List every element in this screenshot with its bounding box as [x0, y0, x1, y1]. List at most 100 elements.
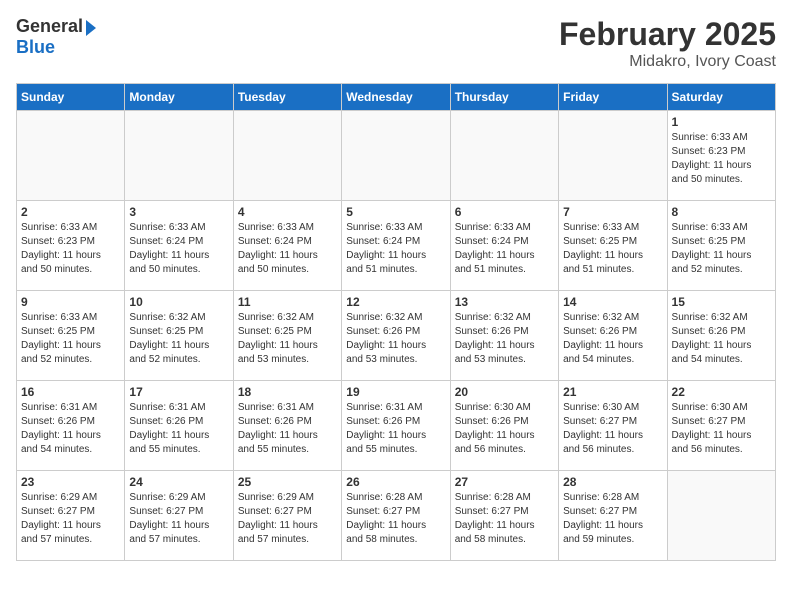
- calendar-cell: 22Sunrise: 6:30 AM Sunset: 6:27 PM Dayli…: [667, 381, 775, 471]
- day-info: Sunrise: 6:32 AM Sunset: 6:26 PM Dayligh…: [672, 311, 771, 367]
- calendar-header-friday: Friday: [559, 84, 667, 111]
- day-number: 2: [21, 205, 120, 219]
- day-info: Sunrise: 6:28 AM Sunset: 6:27 PM Dayligh…: [346, 491, 445, 547]
- day-info: Sunrise: 6:32 AM Sunset: 6:25 PM Dayligh…: [238, 311, 337, 367]
- calendar-cell: 2 Sunrise: 6:33 AM Sunset: 6:23 PM Daylig…: [17, 201, 125, 291]
- calendar-cell: 4 Sunrise: 6:33 AM Sunset: 6:24 PM Daylig…: [233, 201, 341, 291]
- day-number: 21: [563, 385, 662, 399]
- day-number: 14: [563, 295, 662, 309]
- calendar-header-thursday: Thursday: [450, 84, 558, 111]
- logo-general-text: General: [16, 16, 83, 36]
- day-info: Sunrise: 6:30 AM Sunset: 6:27 PM Dayligh…: [563, 401, 662, 457]
- calendar-cell: [233, 111, 341, 201]
- day-number: 15: [672, 295, 771, 309]
- calendar-week-5: 23 Sunrise: 6:29 AM Sunset: 6:27 PM Dayli…: [17, 471, 776, 561]
- calendar-cell: 14 Sunrise: 6:32 AM Sunset: 6:26 PM Dayli…: [559, 291, 667, 381]
- day-info: Sunrise: 6:31 AM Sunset: 6:26 PM Dayligh…: [238, 401, 337, 457]
- day-info: Sunrise: 6:33 AM Sunset: 6:25 PM Dayligh…: [672, 221, 771, 277]
- day-number: 27: [455, 475, 554, 489]
- day-info: Sunrise: 6:33 AM Sunset: 6:23 PM Dayligh…: [672, 131, 771, 187]
- day-number: 18: [238, 385, 337, 399]
- calendar-cell: [667, 471, 775, 561]
- day-info: Sunrise: 6:32 AM Sunset: 6:26 PM Dayligh…: [346, 311, 445, 367]
- day-info: Sunrise: 6:30 AM Sunset: 6:26 PM Dayligh…: [455, 401, 554, 457]
- calendar-cell: 18 Sunrise: 6:31 AM Sunset: 6:26 PM Dayli…: [233, 381, 341, 471]
- day-number: 12: [346, 295, 445, 309]
- calendar-cell: 21 Sunrise: 6:30 AM Sunset: 6:27 PM Dayli…: [559, 381, 667, 471]
- logo: General Blue: [16, 16, 96, 58]
- calendar-cell: 9Sunrise: 6:33 AM Sunset: 6:25 PM Daylig…: [17, 291, 125, 381]
- day-number: 9: [21, 295, 120, 309]
- day-number: 8: [672, 205, 771, 219]
- day-info: Sunrise: 6:31 AM Sunset: 6:26 PM Dayligh…: [129, 401, 228, 457]
- day-info: Sunrise: 6:30 AM Sunset: 6:27 PM Dayligh…: [672, 401, 771, 457]
- day-number: 19: [346, 385, 445, 399]
- day-info: Sunrise: 6:29 AM Sunset: 6:27 PM Dayligh…: [21, 491, 120, 547]
- calendar-cell: 3 Sunrise: 6:33 AM Sunset: 6:24 PM Daylig…: [125, 201, 233, 291]
- calendar-cell: 5 Sunrise: 6:33 AM Sunset: 6:24 PM Daylig…: [342, 201, 450, 291]
- calendar-cell: 16 Sunrise: 6:31 AM Sunset: 6:26 PM Dayli…: [17, 381, 125, 471]
- day-number: 5: [346, 205, 445, 219]
- day-info: Sunrise: 6:29 AM Sunset: 6:27 PM Dayligh…: [129, 491, 228, 547]
- title-area: February 2025 Midakro, Ivory Coast: [559, 16, 776, 71]
- day-number: 4: [238, 205, 337, 219]
- day-number: 28: [563, 475, 662, 489]
- calendar-cell: 6Sunrise: 6:33 AM Sunset: 6:24 PM Daylig…: [450, 201, 558, 291]
- calendar-cell: 23 Sunrise: 6:29 AM Sunset: 6:27 PM Dayli…: [17, 471, 125, 561]
- day-info: Sunrise: 6:33 AM Sunset: 6:25 PM Dayligh…: [563, 221, 662, 277]
- calendar-cell: 8 Sunrise: 6:33 AM Sunset: 6:25 PM Daylig…: [667, 201, 775, 291]
- header: General Blue February 2025 Midakro, Ivor…: [16, 16, 776, 71]
- calendar-cell: [342, 111, 450, 201]
- calendar-week-1: 1Sunrise: 6:33 AM Sunset: 6:23 PM Daylig…: [17, 111, 776, 201]
- location: Midakro, Ivory Coast: [559, 53, 776, 71]
- day-info: Sunrise: 6:33 AM Sunset: 6:23 PM Dayligh…: [21, 221, 120, 277]
- calendar-cell: 19 Sunrise: 6:31 AM Sunset: 6:26 PM Dayli…: [342, 381, 450, 471]
- calendar-cell: 11 Sunrise: 6:32 AM Sunset: 6:25 PM Dayli…: [233, 291, 341, 381]
- day-number: 13: [455, 295, 554, 309]
- calendar-cell: 15 Sunrise: 6:32 AM Sunset: 6:26 PM Dayli…: [667, 291, 775, 381]
- day-number: 6: [455, 205, 554, 219]
- day-number: 23: [21, 475, 120, 489]
- calendar-header-sunday: Sunday: [17, 84, 125, 111]
- day-number: 24: [129, 475, 228, 489]
- calendar-cell: 7 Sunrise: 6:33 AM Sunset: 6:25 PM Daylig…: [559, 201, 667, 291]
- calendar-header-row: SundayMondayTuesdayWednesdayThursdayFrid…: [17, 84, 776, 111]
- calendar-cell: 24 Sunrise: 6:29 AM Sunset: 6:27 PM Dayli…: [125, 471, 233, 561]
- day-number: 20: [455, 385, 554, 399]
- day-number: 11: [238, 295, 337, 309]
- calendar-cell: [17, 111, 125, 201]
- calendar-cell: 17 Sunrise: 6:31 AM Sunset: 6:26 PM Dayli…: [125, 381, 233, 471]
- day-info: Sunrise: 6:28 AM Sunset: 6:27 PM Dayligh…: [455, 491, 554, 547]
- day-number: 7: [563, 205, 662, 219]
- calendar-header-saturday: Saturday: [667, 84, 775, 111]
- calendar-week-3: 9Sunrise: 6:33 AM Sunset: 6:25 PM Daylig…: [17, 291, 776, 381]
- day-number: 26: [346, 475, 445, 489]
- calendar-cell: [125, 111, 233, 201]
- day-info: Sunrise: 6:31 AM Sunset: 6:26 PM Dayligh…: [21, 401, 120, 457]
- day-info: Sunrise: 6:32 AM Sunset: 6:26 PM Dayligh…: [455, 311, 554, 367]
- day-info: Sunrise: 6:33 AM Sunset: 6:24 PM Dayligh…: [346, 221, 445, 277]
- calendar-cell: 13 Sunrise: 6:32 AM Sunset: 6:26 PM Dayli…: [450, 291, 558, 381]
- day-number: 17: [129, 385, 228, 399]
- day-number: 3: [129, 205, 228, 219]
- day-info: Sunrise: 6:32 AM Sunset: 6:26 PM Dayligh…: [563, 311, 662, 367]
- logo-arrow-icon: [86, 20, 96, 36]
- calendar-cell: 25Sunrise: 6:29 AM Sunset: 6:27 PM Dayli…: [233, 471, 341, 561]
- day-info: Sunrise: 6:33 AM Sunset: 6:24 PM Dayligh…: [238, 221, 337, 277]
- calendar-cell: 1Sunrise: 6:33 AM Sunset: 6:23 PM Daylig…: [667, 111, 775, 201]
- month-title: February 2025: [559, 16, 776, 53]
- logo-blue-text: Blue: [16, 37, 55, 57]
- calendar-cell: 12 Sunrise: 6:32 AM Sunset: 6:26 PM Dayli…: [342, 291, 450, 381]
- day-number: 25: [238, 475, 337, 489]
- day-number: 16: [21, 385, 120, 399]
- calendar-cell: 28 Sunrise: 6:28 AM Sunset: 6:27 PM Dayli…: [559, 471, 667, 561]
- calendar-header-tuesday: Tuesday: [233, 84, 341, 111]
- day-info: Sunrise: 6:28 AM Sunset: 6:27 PM Dayligh…: [563, 491, 662, 547]
- day-info: Sunrise: 6:31 AM Sunset: 6:26 PM Dayligh…: [346, 401, 445, 457]
- calendar-header-wednesday: Wednesday: [342, 84, 450, 111]
- day-info: Sunrise: 6:33 AM Sunset: 6:24 PM Dayligh…: [129, 221, 228, 277]
- calendar-cell: 26 Sunrise: 6:28 AM Sunset: 6:27 PM Dayli…: [342, 471, 450, 561]
- calendar-cell: [450, 111, 558, 201]
- day-info: Sunrise: 6:32 AM Sunset: 6:25 PM Dayligh…: [129, 311, 228, 367]
- calendar-cell: [559, 111, 667, 201]
